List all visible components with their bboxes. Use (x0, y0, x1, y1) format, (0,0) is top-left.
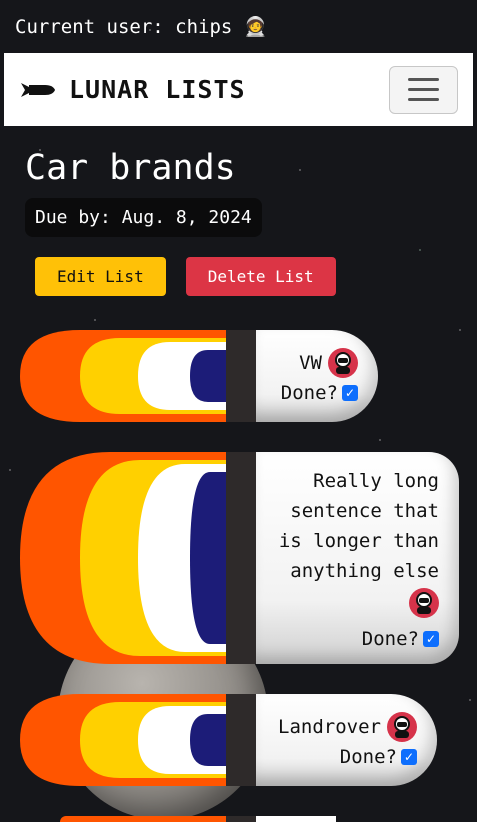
task-item: Landrover Done? ✓ (20, 694, 440, 786)
done-toggle: Done? ✓ (281, 382, 358, 404)
rocket-band (226, 816, 256, 822)
current-user-text: Current user: chips 🧑‍🚀 (15, 16, 268, 38)
rocket-flame-icon (20, 330, 226, 422)
list-title: Car brands (25, 148, 236, 188)
done-label: Done? (280, 382, 338, 404)
task-item: Really long sentence that is longer than… (20, 452, 460, 664)
hamburger-icon-line (408, 98, 439, 101)
done-checkbox[interactable]: ✓ (423, 631, 439, 647)
list-actions: Edit List Delete List (35, 257, 452, 296)
astronaut-icon (409, 588, 439, 618)
done-label: Done? (339, 746, 397, 768)
navbar: LUNAR LISTS (4, 53, 473, 126)
done-toggle: Done? ✓ (340, 746, 417, 768)
delete-list-button[interactable]: Delete List (185, 257, 336, 296)
task-header: VW (299, 348, 358, 378)
done-checkbox[interactable]: ✓ (342, 385, 358, 401)
task-text: Really long sentence that is longer than… (278, 470, 439, 582)
rocket-flame-icon (20, 694, 226, 786)
done-toggle: Done? ✓ (362, 628, 439, 650)
rocket-icon (21, 82, 55, 97)
hamburger-icon-line (408, 78, 439, 81)
brand[interactable]: LUNAR LISTS (19, 75, 246, 104)
edit-list-button[interactable]: Edit List (35, 257, 166, 296)
brand-name: LUNAR LISTS (69, 75, 246, 104)
hamburger-icon-line (408, 88, 439, 91)
task-item: VW Done? ✓ (20, 330, 380, 422)
task-text: VW (299, 352, 322, 374)
rocket-band (226, 452, 256, 664)
task-item (20, 816, 440, 822)
task-header: Landrover (278, 712, 417, 742)
rocket-flame-icon (20, 452, 226, 664)
due-date-badge: Due by: Aug. 8, 2024 (25, 198, 262, 237)
rocket-band (226, 330, 256, 422)
task-pod: Really long sentence that is longer than… (256, 452, 459, 664)
current-user-bar: Current user: chips 🧑‍🚀 (0, 0, 477, 53)
task-pod: VW Done? ✓ (256, 330, 378, 422)
menu-toggle-button[interactable] (389, 65, 458, 114)
rocket-band (226, 694, 256, 786)
task-text: Landrover (278, 716, 381, 738)
astronaut-icon (328, 348, 358, 378)
list-detail: Car brands Due by: Aug. 8, 2024 Edit Lis… (0, 126, 477, 296)
astronaut-icon (387, 712, 417, 742)
task-pod: Landrover Done? ✓ (256, 694, 437, 786)
done-checkbox[interactable]: ✓ (401, 749, 417, 765)
done-label: Done? (361, 628, 419, 650)
